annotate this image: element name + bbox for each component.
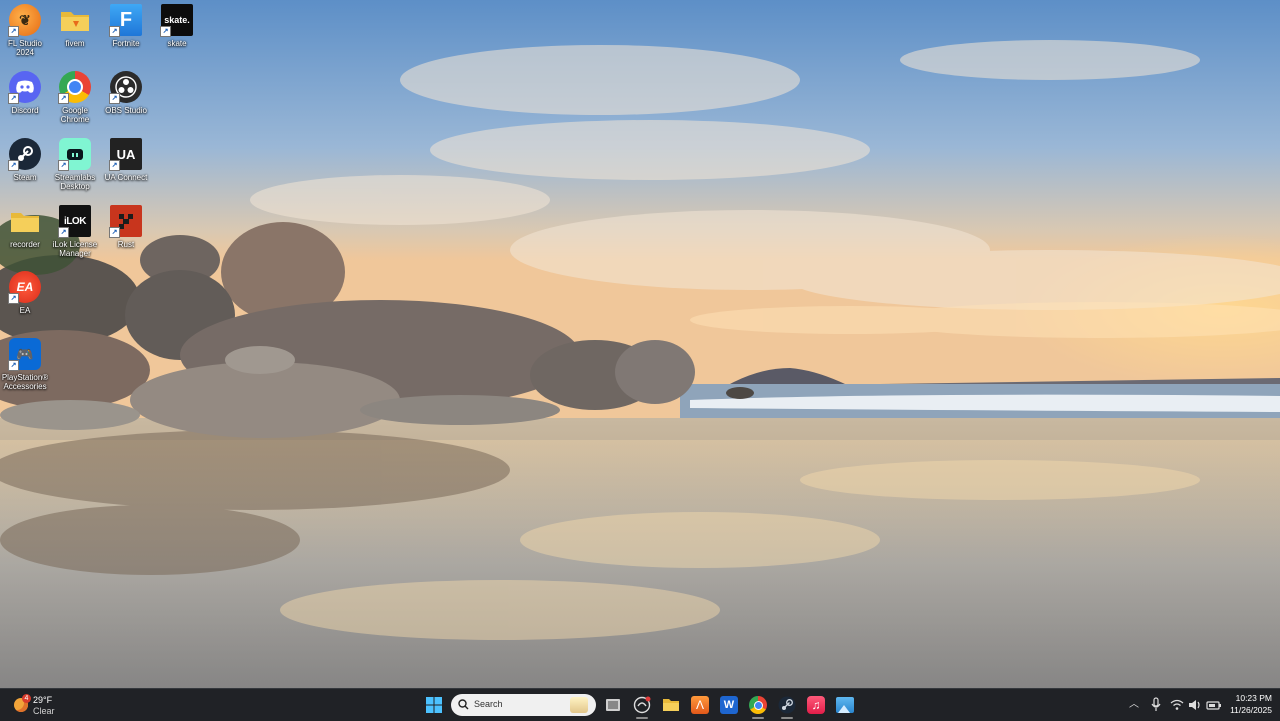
taskbar-search-box[interactable]: Search xyxy=(451,694,596,716)
clock-time: 10:23 PM xyxy=(1235,693,1272,703)
desktop-icon-obs-studio[interactable]: ↗ OBS Studio xyxy=(95,71,157,133)
clock[interactable]: 10:23 PM 11/26/2025 xyxy=(1222,692,1272,718)
desktop-icon-playstation-accessories[interactable]: 🎮 ↗ PlayStation® Accessories xyxy=(0,338,56,400)
steam-icon: ↗ xyxy=(8,138,41,171)
active-app-indicator xyxy=(781,717,793,719)
taskbar-mixbox[interactable]: Λ xyxy=(688,693,712,717)
desktop-wallpaper xyxy=(0,0,1280,688)
ea-icon: EA ↗ xyxy=(8,271,41,304)
taskbar-word[interactable]: W xyxy=(717,693,741,717)
weather-condition: Clear xyxy=(33,706,55,716)
word-icon: W xyxy=(720,696,738,714)
search-icon xyxy=(458,699,469,710)
chrome-icon xyxy=(749,696,767,714)
icon-label: EA xyxy=(19,306,31,315)
steam-icon xyxy=(778,696,796,714)
taskbar: 4 29°F Clear Search Λ W ♫ ︿ 10:23 PM 11/… xyxy=(0,688,1280,721)
weather-temperature: 29°F xyxy=(33,695,53,705)
weather-widget[interactable]: 4 29°F Clear xyxy=(10,692,90,718)
folder-icon xyxy=(9,205,41,237)
icon-label: PlayStation® Accessories xyxy=(1,373,49,391)
ilok-icon: iLOK ↗ xyxy=(58,205,91,238)
folder-icon xyxy=(59,4,91,36)
active-app-indicator xyxy=(636,717,648,719)
desktop-icon-ea[interactable]: EA ↗ EA xyxy=(0,271,56,333)
show-hidden-icons-button[interactable]: ︿ xyxy=(1127,697,1141,713)
weather-notification-badge: 4 xyxy=(22,694,31,703)
taskbar-photos[interactable] xyxy=(833,693,857,717)
playstation-accessories-icon: 🎮 ↗ xyxy=(8,338,41,371)
start-button[interactable] xyxy=(422,693,446,717)
active-app-indicator xyxy=(752,717,764,719)
skate-icon: skate. ↗ xyxy=(160,4,193,37)
wifi-icon xyxy=(1170,699,1184,710)
ua-connect-icon: UA ↗ xyxy=(109,138,142,171)
discord-icon: ↗ xyxy=(8,71,41,104)
fl-studio-icon: ❦ ↗ xyxy=(8,4,41,37)
search-placeholder: Search xyxy=(474,699,503,709)
taskbar-chrome[interactable] xyxy=(746,693,770,717)
copilot-icon xyxy=(633,696,651,714)
rust-icon: ↗ xyxy=(109,205,142,238)
task-view-icon xyxy=(606,699,620,711)
icon-label: skate xyxy=(167,39,187,48)
itunes-icon: ♫ xyxy=(807,696,825,714)
fortnite-icon: F ↗ xyxy=(109,4,142,37)
icon-label: Rust xyxy=(117,240,135,249)
chrome-icon: ↗ xyxy=(58,71,91,104)
microphone-icon[interactable] xyxy=(1150,697,1162,713)
copilot-button[interactable] xyxy=(630,693,654,717)
search-highlight-icon xyxy=(570,697,588,713)
windows-logo-icon xyxy=(426,697,442,713)
streamlabs-icon: ↗ xyxy=(58,138,91,171)
photos-icon xyxy=(836,697,854,713)
taskbar-steam[interactable] xyxy=(775,693,799,717)
taskbar-itunes[interactable]: ♫ xyxy=(804,693,828,717)
desktop-icon-skate[interactable]: skate. ↗ skate xyxy=(146,4,208,66)
taskbar-file-explorer[interactable] xyxy=(659,693,683,717)
file-explorer-icon xyxy=(663,699,679,711)
desktop-icon-rust[interactable]: ↗ Rust xyxy=(95,205,157,267)
mixbox-icon: Λ xyxy=(691,696,709,714)
battery-icon xyxy=(1206,701,1221,710)
task-view-button[interactable] xyxy=(601,693,625,717)
chevron-up-icon: ︿ xyxy=(1129,699,1139,710)
network-status[interactable] xyxy=(1170,697,1226,713)
obs-icon: ↗ xyxy=(109,71,142,104)
volume-icon xyxy=(1189,700,1200,710)
icon-label: OBS Studio xyxy=(105,106,147,115)
clock-date: 11/26/2025 xyxy=(1230,705,1272,715)
icon-label: UA Connect xyxy=(104,173,148,182)
desktop-icon-ua-connect[interactable]: UA ↗ UA Connect xyxy=(95,138,157,200)
